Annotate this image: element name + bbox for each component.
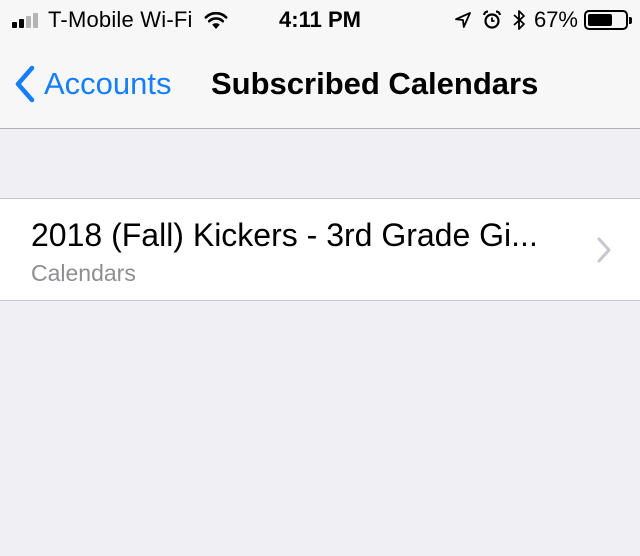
battery-tip (629, 17, 632, 24)
battery-icon (584, 10, 632, 30)
location-arrow-icon (455, 12, 471, 28)
battery-percent: 67% (533, 7, 578, 32)
back-button-label: Accounts (44, 66, 172, 101)
battery-fill (588, 14, 612, 26)
status-right: 67% (444, 6, 632, 34)
back-button[interactable]: Accounts (14, 64, 172, 104)
calendar-title: 2018 (Fall) Kickers - 3rd Grade Gi... (31, 217, 538, 253)
chevron-left-icon (15, 65, 35, 103)
list-item[interactable]: 2018 (Fall) Kickers - 3rd Grade Gi... Ca… (0, 198, 640, 301)
alarm-icon (482, 10, 502, 29)
chevron-right-icon (597, 237, 611, 263)
status-bar: T-Mobile Wi-Fi 4:11 PM 67% (0, 0, 640, 40)
page-title: Subscribed Calendars (211, 66, 539, 101)
calendar-subtitle: Calendars (31, 260, 136, 286)
navigation-bar: Accounts Subscribed Calendars (0, 40, 640, 129)
bluetooth-icon (513, 10, 525, 30)
